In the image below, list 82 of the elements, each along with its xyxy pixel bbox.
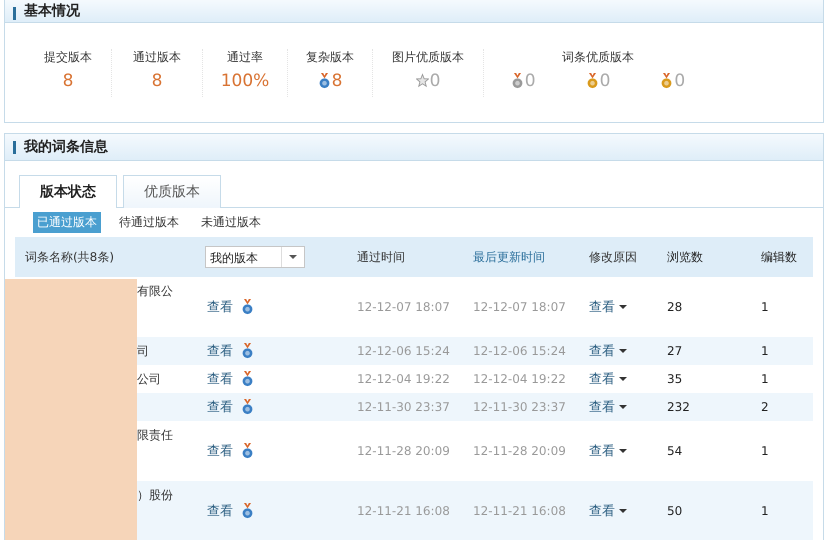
- table-cell: 1: [761, 372, 769, 386]
- stat-label: 复杂版本: [306, 49, 354, 66]
- table-cell: 28: [667, 300, 682, 314]
- table-cell: 12-12-07 18:07: [473, 300, 566, 314]
- column-header: 编辑数: [761, 248, 797, 266]
- stat-value: 0: [600, 72, 610, 90]
- caret-icon: [619, 449, 627, 453]
- table-cell: 12-12-07 18:07: [357, 300, 450, 314]
- view-link[interactable]: 查看: [207, 398, 233, 416]
- stat-value: 8: [62, 72, 74, 90]
- table-cell: 12-11-30 23:37: [357, 400, 450, 414]
- filter-tab[interactable]: 未通过版本: [197, 212, 265, 233]
- stat-label: 通过率: [227, 49, 263, 66]
- star-icon: [416, 73, 429, 89]
- stat-value: 0: [674, 72, 686, 90]
- table-cell: 12-12-06 15:24: [357, 344, 450, 358]
- stat-value: 8: [332, 72, 342, 90]
- table-cell: 2: [761, 400, 769, 414]
- reason-dropdown[interactable]: 查看: [589, 442, 627, 460]
- table-cell: 1: [761, 344, 769, 358]
- stat-label: 通过版本: [133, 49, 181, 66]
- stat-value: 100%: [220, 72, 270, 90]
- table-cell: 1: [761, 300, 769, 314]
- stat-label: 提交版本: [44, 49, 92, 66]
- medal-icon: [241, 371, 254, 387]
- reason-dropdown[interactable]: 查看: [589, 342, 627, 360]
- table-cell: 35: [667, 372, 682, 386]
- table-cell: 12-11-28 20:09: [357, 444, 450, 458]
- table-cell: 12-11-21 16:08: [357, 504, 450, 518]
- table-cell: 50: [667, 504, 682, 518]
- table-cell: 12-11-21 16:08: [473, 504, 566, 518]
- view-link[interactable]: 查看: [207, 370, 233, 388]
- version-dropdown[interactable]: 我的版本: [205, 246, 305, 268]
- tab[interactable]: 优质版本: [123, 175, 221, 208]
- section-title: 基本情况: [24, 2, 80, 20]
- table-cell: 54: [667, 444, 682, 458]
- entry-name: ）股份: [137, 487, 173, 504]
- table-cell: 12-12-06 15:24: [473, 344, 566, 358]
- stat-value: 8: [152, 72, 162, 90]
- medal-icon: [241, 443, 254, 459]
- column-header[interactable]: 最后更新时间: [473, 248, 545, 266]
- column-header: 浏览数: [667, 248, 703, 266]
- table-cell: 12-12-04 19:22: [357, 372, 450, 386]
- stat-value: 0: [524, 72, 536, 90]
- table-cell: 1: [761, 444, 769, 458]
- table-cell: 1: [761, 504, 769, 518]
- caret-icon: [619, 405, 627, 409]
- medal-icon: [241, 503, 254, 519]
- column-header: 通过时间: [357, 248, 405, 266]
- caret-icon: [289, 255, 297, 259]
- medal-icon: [241, 343, 254, 359]
- table-cell: 27: [667, 344, 682, 358]
- view-link[interactable]: 查看: [207, 502, 233, 520]
- table-cell: 12-11-28 20:09: [473, 444, 566, 458]
- entry-name: 公司: [137, 371, 161, 388]
- column-header: 修改原因: [589, 248, 637, 266]
- caret-icon: [619, 349, 627, 353]
- view-link[interactable]: 查看: [207, 442, 233, 460]
- section-title: 我的词条信息: [24, 138, 108, 156]
- view-link[interactable]: 查看: [207, 342, 233, 360]
- entry-name: 限责任: [137, 427, 173, 444]
- column-header: 词条名称(共8条): [25, 248, 114, 266]
- caret-icon: [619, 377, 627, 381]
- entry-name: 司: [137, 343, 149, 360]
- medal-icon: [241, 299, 254, 315]
- reason-dropdown[interactable]: 查看: [589, 398, 627, 416]
- medal-icon: [241, 399, 254, 415]
- table-cell: 12-12-04 19:22: [473, 372, 566, 386]
- caret-icon: [619, 305, 627, 309]
- filter-tab[interactable]: 待通过版本: [115, 212, 183, 233]
- stat-label: 词条优质版本: [562, 49, 634, 66]
- view-link[interactable]: 查看: [207, 298, 233, 316]
- tab[interactable]: 版本状态: [19, 175, 117, 208]
- table-cell: 232: [667, 400, 690, 414]
- entry-name: 有限公: [137, 283, 173, 300]
- reason-dropdown[interactable]: 查看: [589, 370, 627, 388]
- caret-icon: [619, 509, 627, 513]
- stat-value: 0: [430, 72, 440, 90]
- reason-dropdown[interactable]: 查看: [589, 502, 627, 520]
- table-cell: 12-11-30 23:37: [473, 400, 566, 414]
- reason-dropdown[interactable]: 查看: [589, 298, 627, 316]
- stat-label: 图片优质版本: [392, 49, 464, 66]
